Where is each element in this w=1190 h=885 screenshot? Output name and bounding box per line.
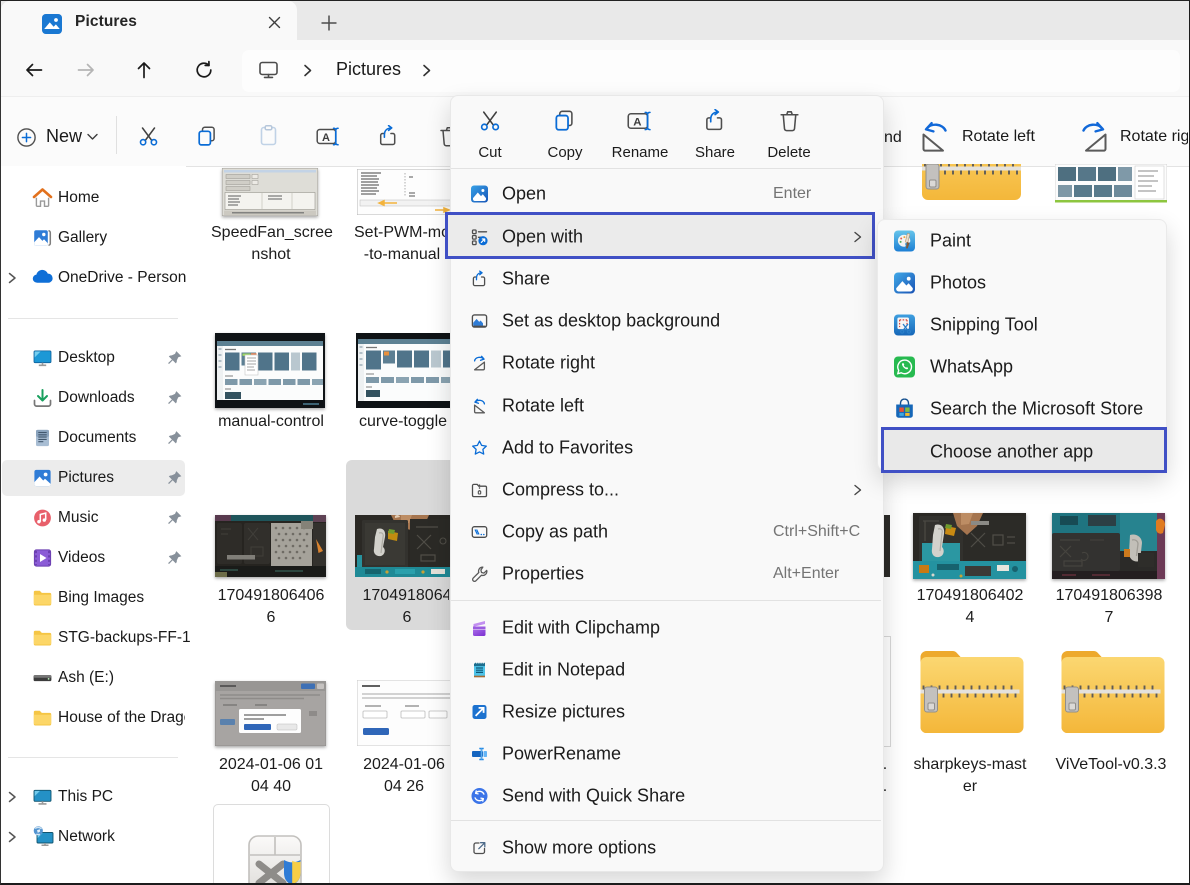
- svg-text:A: A: [633, 116, 641, 128]
- svg-text:A: A: [322, 132, 330, 144]
